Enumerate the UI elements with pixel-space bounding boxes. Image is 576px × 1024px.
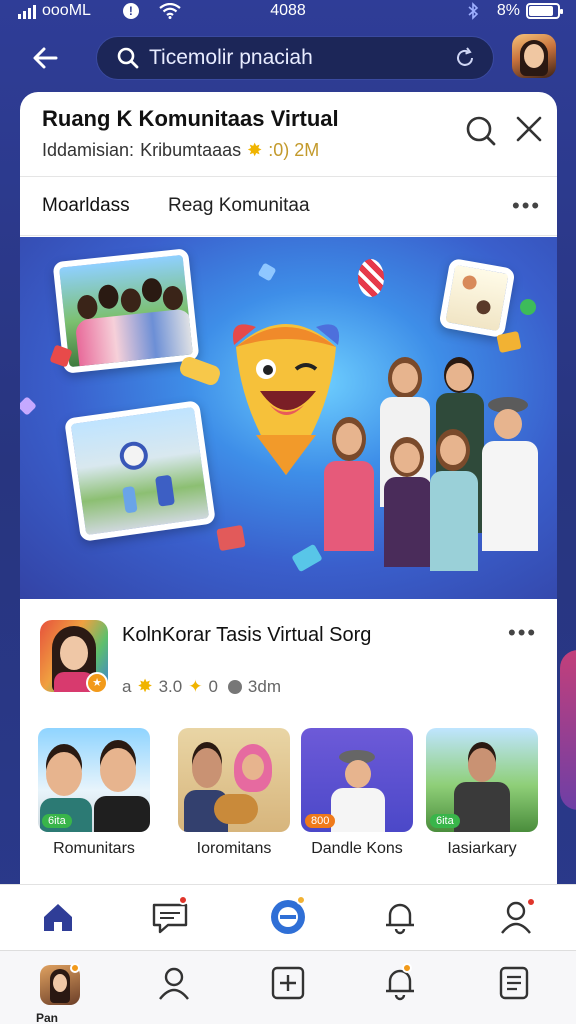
- secondary-nav: Pan: [0, 950, 576, 1024]
- list-icon[interactable]: [494, 963, 534, 1003]
- community-profile[interactable]: ★ KolnKorar Tasis Virtual Sorg a ✸ 3.0 ✦…: [20, 600, 557, 708]
- community-item[interactable]: 800 Dandle Kons: [301, 728, 413, 858]
- sun-icon: ✸: [247, 140, 263, 160]
- page-title: Ruang K Komunitaas Virtual: [42, 106, 339, 131]
- community-item[interactable]: 6ita Iasiarkary: [426, 728, 538, 858]
- hero-banner[interactable]: [20, 237, 557, 599]
- community-item[interactable]: 6ita Romunitars: [38, 728, 150, 858]
- more-options-icon[interactable]: •••: [508, 620, 537, 646]
- community-tag: 6ita: [430, 814, 460, 828]
- meta-c: 0: [208, 676, 218, 696]
- confetti-piece: [496, 330, 522, 354]
- profile-nav-label: Pan: [36, 1011, 59, 1024]
- confetti-piece: [20, 396, 37, 416]
- search-bar[interactable]: Ticemolir pnaciah: [96, 36, 494, 80]
- battery-percent: 8%: [496, 2, 520, 19]
- community-label: Romunitars: [53, 840, 135, 857]
- community-tag: 6ita: [42, 814, 72, 828]
- community-list: 6ita Romunitars Ioromitans 800 Dandle Ko…: [20, 728, 557, 868]
- confetti-piece: [257, 262, 277, 282]
- verified-badge-icon: ★: [86, 672, 108, 694]
- edge-decoration: [560, 650, 576, 810]
- community-card: Ruang K Komunitaas Virtual Iddamisian: K…: [20, 92, 557, 884]
- add-icon[interactable]: [268, 963, 308, 1003]
- bottom-nav: [0, 884, 576, 950]
- bluetooth-icon: [468, 2, 479, 20]
- people-illustration: [310, 357, 550, 587]
- notification-dot: [70, 963, 80, 973]
- refresh-icon[interactable]: [453, 46, 477, 70]
- subtitle-value: Kribumtaaas: [140, 140, 242, 160]
- status-bar: oooML ! 4088 8%: [0, 0, 576, 24]
- meta-b: 3.0: [158, 676, 183, 696]
- community-label: Iasiarkary: [447, 840, 517, 857]
- community-tag: 800: [305, 814, 336, 828]
- arrow-left-icon: [33, 47, 58, 69]
- community-thumbnail: [178, 728, 290, 832]
- community-label: Ioromitans: [196, 840, 272, 857]
- home-icon[interactable]: [38, 897, 78, 937]
- community-badge-button[interactable]: [268, 895, 308, 937]
- battery-icon: [526, 3, 563, 19]
- member-count: :0) 2M: [268, 140, 320, 160]
- meta-a: a: [122, 676, 132, 696]
- confetti-piece: [177, 354, 223, 388]
- profile-meta: a ✸ 3.0 ✦ 0 3dm: [122, 676, 281, 697]
- top-bar: Ticemolir pnaciah: [0, 30, 576, 86]
- more-options-icon[interactable]: •••: [512, 193, 541, 219]
- profile-button[interactable]: [496, 897, 536, 937]
- bell-icon[interactable]: [380, 897, 420, 937]
- card-subtitle: Iddamisian: Kribumtaaas ✸ :0) 2M: [42, 140, 319, 161]
- meta-d: 3dm: [247, 676, 281, 696]
- group-photo: [52, 248, 200, 374]
- star-icon: ✸: [137, 676, 153, 696]
- sparkle-icon: ✦: [188, 676, 203, 696]
- profile-name[interactable]: KolnKorar Tasis Virtual Sorg: [122, 622, 382, 649]
- confetti-piece: [358, 259, 384, 297]
- search-icon: [117, 47, 139, 69]
- bell-icon: [386, 969, 414, 1001]
- clock-icon: [227, 679, 242, 694]
- tab-moarldass[interactable]: Moarldass: [42, 195, 130, 217]
- user-icon[interactable]: [154, 963, 194, 1003]
- confetti-piece: [216, 524, 246, 552]
- community-item[interactable]: Ioromitans: [178, 728, 290, 858]
- card-header: Ruang K Komunitaas Virtual Iddamisian: K…: [20, 92, 557, 176]
- park-photo: [64, 400, 216, 542]
- user-avatar[interactable]: [512, 34, 556, 78]
- small-photo: [438, 257, 516, 339]
- status-right: 8%: [467, 2, 563, 20]
- chat-button[interactable]: [150, 895, 190, 937]
- close-icon[interactable]: [514, 114, 544, 144]
- community-thumbnail: 6ita: [38, 728, 150, 832]
- search-input[interactable]: Ticemolir pnaciah: [149, 46, 453, 70]
- back-button[interactable]: [26, 40, 66, 76]
- tab-bar: Moarldass Reag Komunitaa •••: [20, 176, 557, 236]
- alerts-button[interactable]: [380, 963, 420, 1003]
- community-thumbnail: 800: [301, 728, 413, 832]
- community-label: Dandle Kons: [311, 840, 403, 857]
- confetti-piece: [520, 299, 536, 315]
- subtitle-label: Iddamisian:: [42, 140, 135, 160]
- tab-reag-komunitaa[interactable]: Reag Komunitaa: [168, 195, 310, 217]
- search-icon[interactable]: [464, 114, 498, 148]
- community-thumbnail: 6ita: [426, 728, 538, 832]
